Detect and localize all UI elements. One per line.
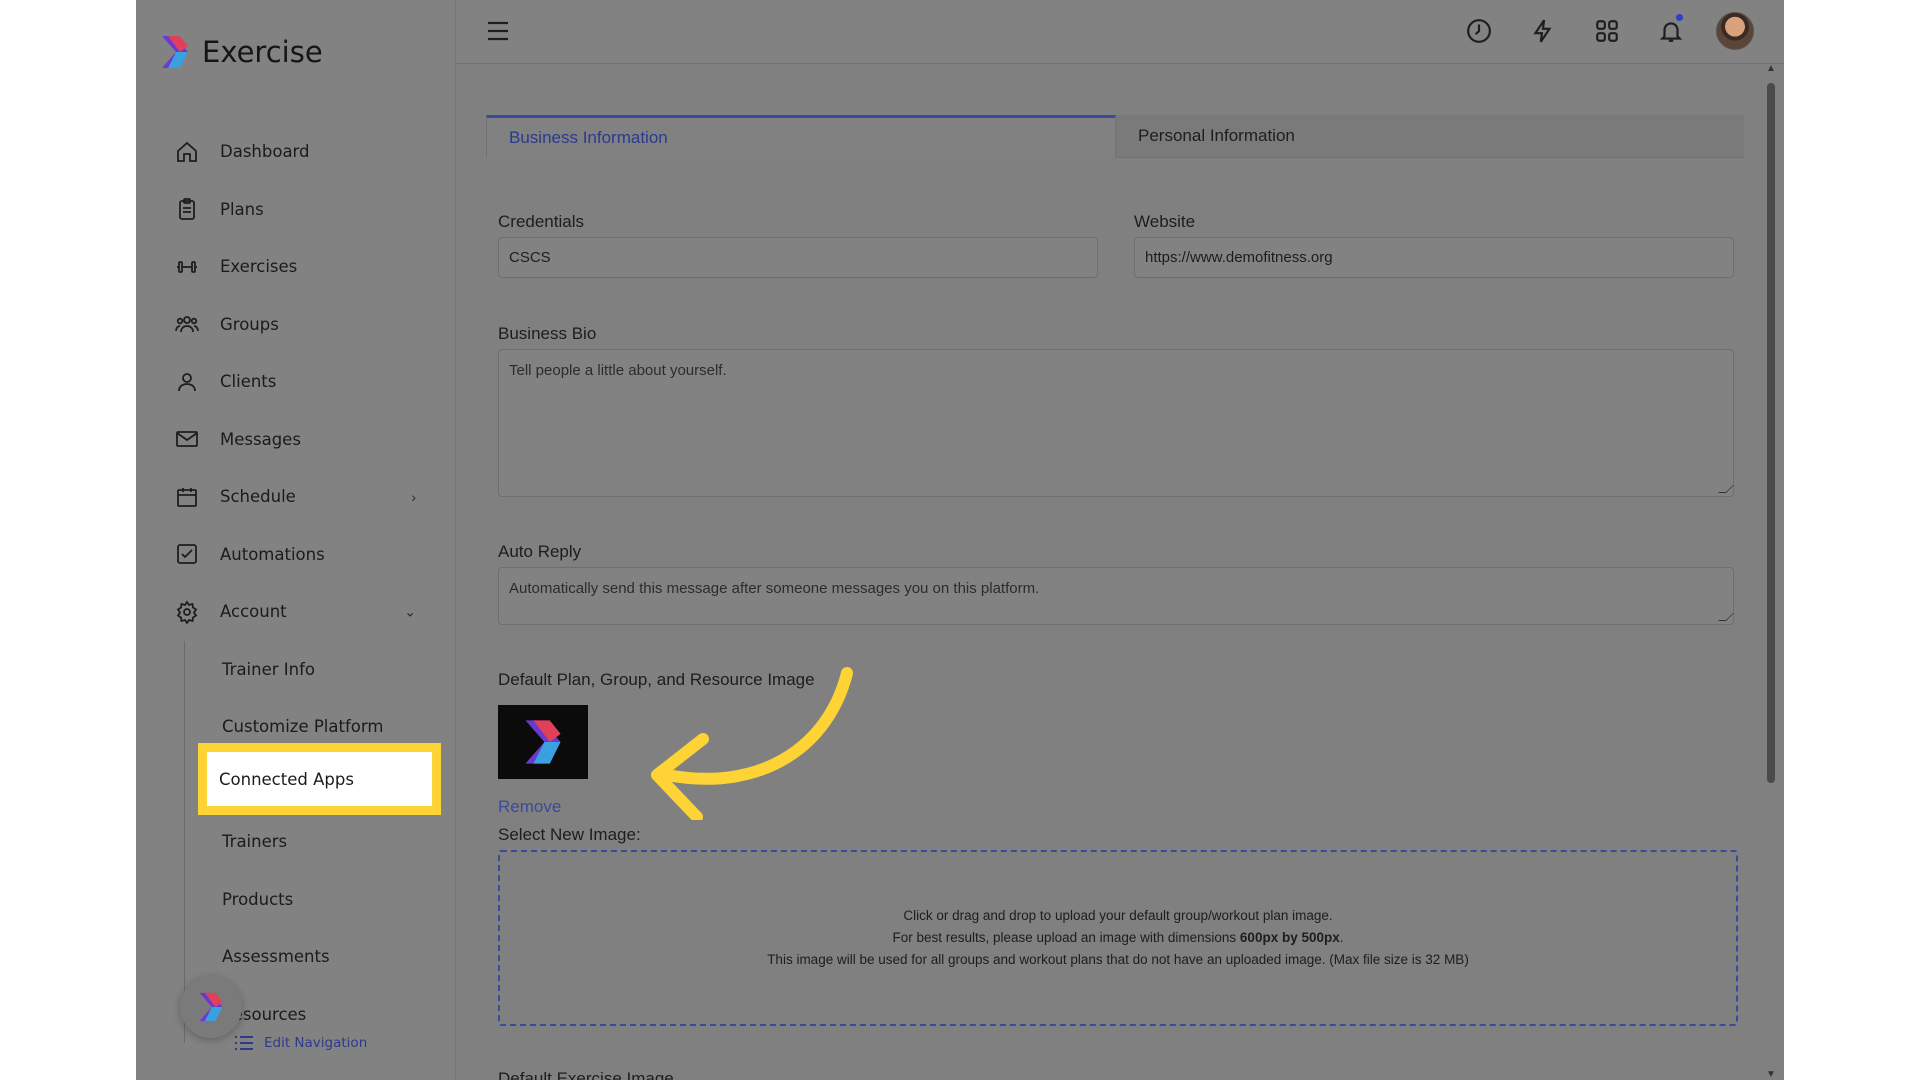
user-icon: [174, 369, 200, 395]
app-window: Exercise Dashboard Plans Exercises Group…: [136, 0, 1784, 1080]
image-dropzone[interactable]: Click or drag and drop to upload your de…: [498, 850, 1738, 1026]
auto-reply-textarea[interactable]: Automatically send this message after so…: [498, 567, 1734, 625]
clock-icon[interactable]: [1460, 12, 1498, 50]
remove-image-link[interactable]: Remove: [498, 797, 561, 817]
sidebar-item-label: Groups: [220, 314, 279, 334]
home-icon: [174, 139, 200, 165]
subnav-item-trainer-info[interactable]: Trainer Info: [185, 641, 456, 699]
default-image-label: Default Plan, Group, and Resource Image: [498, 670, 815, 689]
business-bio-textarea[interactable]: Tell people a little about yourself.: [498, 349, 1734, 497]
website-label: Website: [1134, 212, 1196, 231]
floating-logo-button[interactable]: [180, 976, 242, 1038]
sidebar-item-exercises[interactable]: Exercises: [136, 238, 456, 296]
edit-navigation-link[interactable]: Edit Navigation: [234, 1034, 367, 1052]
dropzone-line-3: This image will be used for all groups a…: [767, 952, 1469, 967]
business-bio-label: Business Bio: [498, 324, 597, 343]
sidebar-item-schedule[interactable]: Schedule ›: [136, 468, 456, 526]
subnav-item-connected-apps[interactable]: Connected Apps: [198, 743, 441, 815]
app-logo-icon: [525, 720, 561, 764]
scroll-up-icon[interactable]: ▲: [1766, 63, 1776, 74]
sidebar-item-dashboard[interactable]: Dashboard: [136, 123, 456, 181]
lightning-icon[interactable]: [1524, 12, 1562, 50]
user-avatar[interactable]: [1716, 12, 1754, 50]
sidebar-item-label: Dashboard: [220, 142, 310, 162]
sidebar-item-label: Automations: [220, 544, 325, 564]
dropzone-line-2-end: .: [1339, 930, 1344, 945]
sidebar-item-plans[interactable]: Plans: [136, 181, 456, 239]
tab-personal-information[interactable]: Personal Information: [1116, 115, 1744, 158]
bell-icon[interactable]: [1652, 12, 1690, 50]
business-bio-placeholder: Tell people a little about yourself.: [509, 362, 727, 379]
clipboard-icon: [174, 196, 200, 222]
dropzone-line-2-text: For best results, please upload an image…: [892, 930, 1240, 945]
sidebar-item-label: Clients: [220, 372, 277, 392]
tab-business-information[interactable]: Business Information: [486, 115, 1116, 158]
credentials-label: Credentials: [498, 212, 584, 231]
app-logo-icon: [199, 992, 223, 1022]
sidebar-item-groups[interactable]: Groups: [136, 296, 456, 354]
menu-icon[interactable]: [486, 20, 510, 42]
sidebar-item-account[interactable]: Account ⌄: [136, 583, 456, 641]
dropzone-line-1: Click or drag and drop to upload your de…: [903, 908, 1333, 923]
sidebar-item-label: Plans: [220, 199, 264, 219]
dropzone-line-2: For best results, please upload an image…: [892, 927, 1343, 949]
sidebar-item-label: Exercises: [220, 257, 298, 277]
gear-icon: [174, 599, 200, 625]
dropzone-dimensions: 600px by 500px: [1239, 930, 1340, 945]
chevron-right-icon: ›: [411, 488, 416, 505]
subnav-item-assessments[interactable]: Assessments: [185, 928, 456, 986]
apps-grid-icon[interactable]: [1588, 12, 1626, 50]
sidebar-item-automations[interactable]: Automations: [136, 526, 456, 584]
default-image-thumbnail: [498, 705, 588, 779]
resize-handle[interactable]: [1718, 613, 1734, 621]
resize-handle[interactable]: [1718, 485, 1734, 493]
scroll-down-icon[interactable]: ▼: [1766, 1069, 1776, 1080]
app-logo-icon: [162, 36, 188, 68]
auto-reply-label: Auto Reply: [498, 542, 582, 561]
avatar: [1716, 12, 1754, 50]
subnav-item-trainers[interactable]: Trainers: [185, 813, 456, 871]
app-name: Exercise: [202, 35, 323, 69]
sidebar-nav: Dashboard Plans Exercises Groups Clients…: [136, 123, 456, 1043]
sidebar-item-label: Schedule: [220, 487, 296, 507]
website-input[interactable]: https://www.demofitness.org: [1134, 237, 1734, 278]
subnav-item-products[interactable]: Products: [185, 871, 456, 929]
mail-icon: [174, 426, 200, 452]
groups-icon: [174, 311, 200, 337]
list-icon: [235, 1036, 253, 1050]
sidebar-item-messages[interactable]: Messages: [136, 411, 456, 469]
calendar-icon: [174, 484, 200, 510]
notification-dot: [1676, 14, 1683, 21]
sidebar-item-label: Messages: [220, 429, 301, 449]
chevron-down-icon: ⌄: [404, 603, 416, 620]
checkbox-icon: [174, 541, 200, 567]
scroll-thumb[interactable]: [1767, 83, 1775, 783]
credentials-input[interactable]: CSCS: [498, 237, 1098, 278]
sidebar-item-label: Account: [220, 602, 287, 622]
main-content: Business Information Personal Informatio…: [456, 63, 1784, 1080]
sidebar-item-clients[interactable]: Clients: [136, 353, 456, 411]
top-bar: [456, 0, 1784, 64]
dumbbell-icon: [174, 254, 200, 280]
select-new-image-label: Select New Image:: [498, 825, 641, 844]
top-actions: [1460, 12, 1754, 50]
default-exercise-image-label: Default Exercise Image: [498, 1069, 674, 1080]
tab-bar: Business Information Personal Informatio…: [486, 115, 1744, 158]
sidebar: Exercise Dashboard Plans Exercises Group…: [136, 0, 456, 1080]
edit-navigation-label: Edit Navigation: [264, 1035, 368, 1051]
vertical-scrollbar[interactable]: ▲ ▼: [1766, 63, 1776, 1080]
brand[interactable]: Exercise: [158, 34, 323, 70]
auto-reply-placeholder: Automatically send this message after so…: [509, 580, 1040, 597]
